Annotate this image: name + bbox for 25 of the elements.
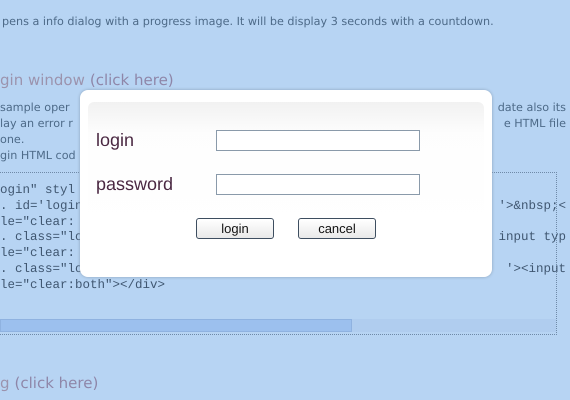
section-heading: g (0, 373, 10, 393)
description-text: sample oper (0, 100, 70, 116)
input-field[interactable] (216, 130, 420, 151)
code-line: ogin" styl (0, 183, 76, 199)
field-label: password (96, 174, 174, 195)
code-line: le="clear: (0, 214, 76, 230)
intro-text: pens a info dialog with a progress image. It will be display 3 seconds with a countdown. (2, 14, 495, 30)
dialog-button[interactable]: login (196, 218, 274, 239)
code-line: input typ (498, 230, 566, 246)
code-line: le="clear: (0, 246, 76, 262)
code-line: . class="lo (0, 230, 83, 246)
field-label: login (96, 130, 136, 151)
description-text: gin HTML cod (0, 148, 76, 164)
code-line: . class="lo (0, 262, 83, 278)
code-line: '><input (506, 262, 566, 278)
description-text: one. (0, 132, 24, 148)
section-heading: gin window (0, 70, 85, 90)
description-text: date also its (498, 100, 566, 116)
description-text: e HTML file (504, 116, 566, 132)
code-line: le="clear:both"></div> (0, 278, 166, 294)
description-text: lay an error r (0, 116, 73, 132)
scrollbar-thumb[interactable] (0, 318, 352, 332)
code-line: '>&nbsp;< (498, 198, 566, 215)
dialog-button[interactable]: cancel (298, 218, 376, 239)
input-field[interactable] (216, 174, 420, 195)
